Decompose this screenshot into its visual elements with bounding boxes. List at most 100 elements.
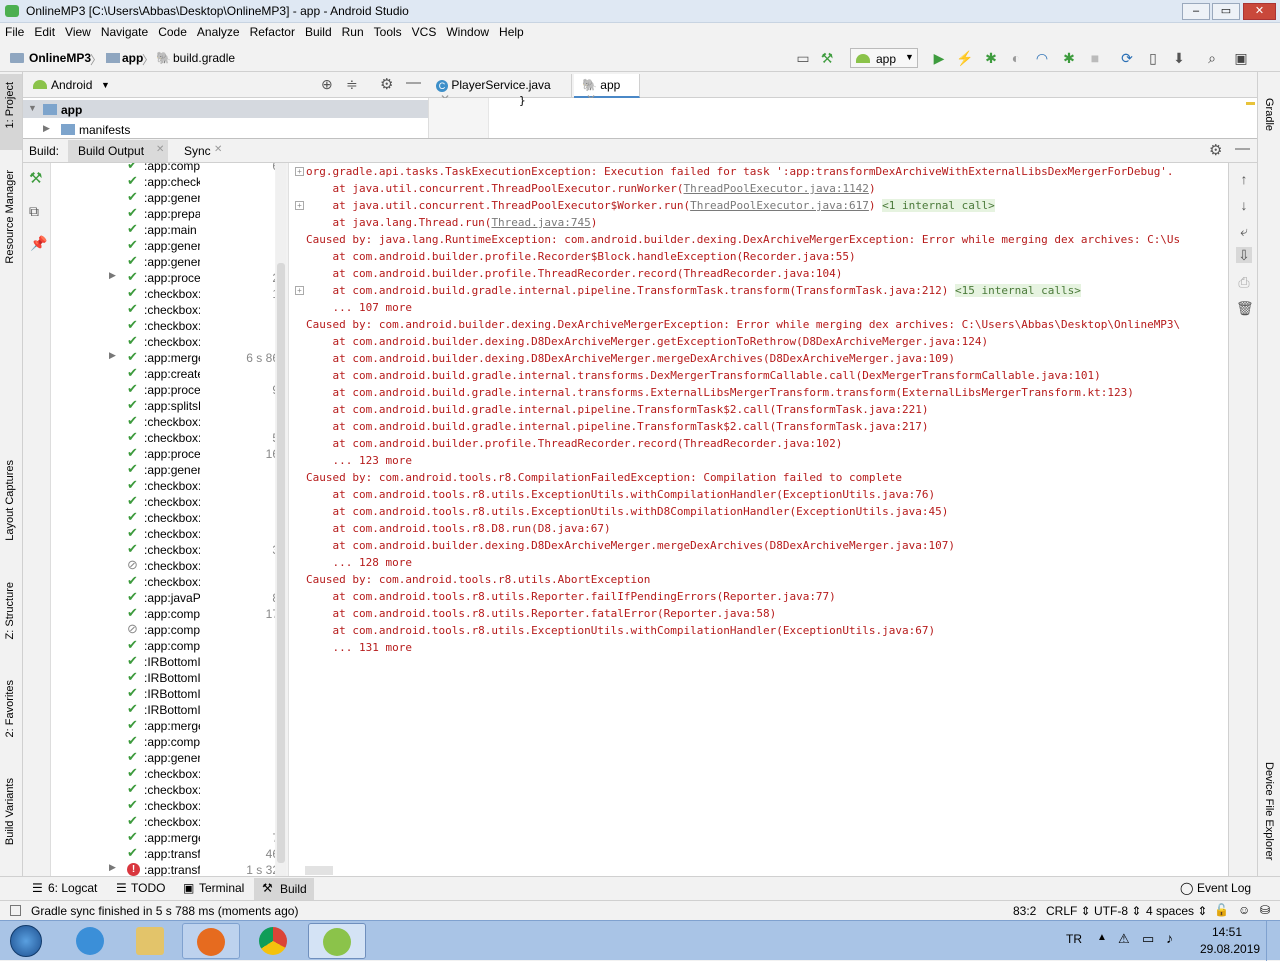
build-console-output[interactable]: + org.gradle.api.tasks.TaskExecutionExcep… xyxy=(288,163,1228,876)
gradle-tab[interactable]: Gradle xyxy=(1263,98,1275,131)
tray-expand-icon[interactable]: ▲ xyxy=(1097,932,1107,943)
fold-toggle-icon[interactable]: + xyxy=(295,286,304,295)
device-file-explorer-tab[interactable]: Device File Explorer xyxy=(1263,762,1275,860)
menu-refactor[interactable]: Refactor xyxy=(245,23,300,41)
build-tree-row[interactable]: ✔:app:gener1 ms xyxy=(51,749,275,766)
tab-app-gradle[interactable]: 🐘 app ✕ xyxy=(574,74,640,106)
profile-icon[interactable]: ◠ xyxy=(1033,49,1051,67)
code-editor[interactable]: } xyxy=(428,94,1257,138)
menu-view[interactable]: View xyxy=(60,23,96,41)
build-tree-row[interactable]: ✔:app:comp xyxy=(51,637,275,654)
locate-icon[interactable]: ⊕ xyxy=(321,76,333,93)
build-tree-row[interactable]: ✔:app:comp2 ms xyxy=(51,733,275,750)
build-tree-row[interactable]: ✔:app:compi 65 ms xyxy=(51,163,275,174)
build-tree-row[interactable]: ✔:IRBottomI4 ms xyxy=(51,653,275,670)
build-tree-row[interactable]: ✔:app:javaPr 84 ms xyxy=(51,589,275,606)
status-message[interactable]: Gradle sync finished in 5 s 788 ms (mome… xyxy=(31,904,298,918)
gear-icon[interactable]: ⚙ xyxy=(380,75,393,93)
rebuild-hammer-icon[interactable]: ⚒ xyxy=(29,169,42,187)
sync-gradle-icon[interactable]: ⟳ xyxy=(1118,49,1136,67)
breadcrumb-module[interactable]: app xyxy=(122,51,143,65)
memory-icon[interactable]: ⛁ xyxy=(1260,903,1270,917)
internal-calls-folder[interactable]: <1 internal call> xyxy=(882,199,995,212)
scrollbar-thumb[interactable] xyxy=(277,263,285,863)
soft-wrap-icon[interactable]: ⤶ xyxy=(1236,223,1252,239)
build-tree-row[interactable]: ✔:app:transf 462 ms xyxy=(51,845,275,862)
notifications-icon[interactable]: ▣ xyxy=(1232,49,1250,67)
network-icon[interactable]: ⚠ xyxy=(1118,931,1130,947)
hide-panel-icon[interactable]: — xyxy=(406,74,421,91)
tab-logcat[interactable]: 6: Logcat xyxy=(48,881,97,895)
apply-changes-icon[interactable]: ⚡ xyxy=(956,49,974,67)
search-icon[interactable]: ⌕ xyxy=(1203,49,1221,67)
build-tree-row[interactable]: ✔:checkbox:3 ms xyxy=(51,493,275,510)
fold-toggle-icon[interactable]: + xyxy=(295,167,304,176)
build-tree-row[interactable]: ✔:app:proce 162 ms xyxy=(51,445,275,462)
build-tree-row[interactable]: ✔:app:create2 ms xyxy=(51,365,275,382)
breadcrumb-project[interactable]: OnlineMP3 xyxy=(29,51,91,65)
source-link[interactable]: Thread.java:745 xyxy=(491,216,590,229)
taskbar-explorer[interactable] xyxy=(122,923,180,959)
taskbar-ie[interactable] xyxy=(62,923,120,959)
build-tree-row[interactable]: ⊘:app:comp xyxy=(51,621,275,638)
menu-help[interactable]: Help xyxy=(494,23,529,41)
make-hammer-icon[interactable]: ⚒ xyxy=(818,49,836,67)
build-tree-row[interactable]: ✔:checkbox: xyxy=(51,797,275,814)
build-tree-row[interactable]: ✔:app:merge 77 ms xyxy=(51,829,275,846)
build-tree-row[interactable]: ▶ ✔:app:merge 6 s 868 ms xyxy=(51,349,275,366)
stop-icon[interactable]: ■ xyxy=(1086,49,1104,67)
collapse-all-icon[interactable]: ≑ xyxy=(346,76,358,93)
clock-time[interactable]: 14:51 xyxy=(1212,925,1242,939)
lock-icon[interactable]: 🔓 xyxy=(1214,903,1229,917)
file-encoding[interactable]: UTF-8 ⇕ xyxy=(1094,904,1141,918)
tab-todo[interactable]: TODO xyxy=(131,881,165,895)
taskbar-chrome[interactable] xyxy=(245,923,303,959)
console-hscroll[interactable] xyxy=(305,866,333,875)
toggle-view-icon[interactable]: ⧉ xyxy=(29,203,39,220)
structure-tab[interactable]: Z: Structure xyxy=(4,582,16,639)
menu-build[interactable]: Build xyxy=(300,23,337,41)
tray-monitor-icon[interactable]: ▭ xyxy=(1142,931,1154,947)
debug-icon[interactable]: ✱ xyxy=(982,49,1000,67)
status-toggle-icon[interactable] xyxy=(10,905,21,916)
attach-debugger-icon[interactable]: ◐ xyxy=(1007,49,1025,67)
coverage-icon[interactable]: ✱ xyxy=(1060,49,1078,67)
build-variants-tab[interactable]: Build Variants xyxy=(4,778,16,845)
tree-scrollbar[interactable] xyxy=(276,163,286,876)
build-tree-row[interactable]: ✔:checkbox: xyxy=(51,509,275,526)
build-tree-row[interactable]: ✔:checkbox:2 ms xyxy=(51,573,275,590)
build-tree-row[interactable]: ✔:app:gener1 ms xyxy=(51,253,275,270)
menu-file[interactable]: File xyxy=(0,23,29,41)
breadcrumb-file[interactable]: build.gradle xyxy=(173,51,235,65)
expand-arrow-icon[interactable]: ▶ xyxy=(109,350,116,361)
tree-item-app[interactable]: ▼ app xyxy=(23,100,428,118)
build-tree-row[interactable]: ✔:checkbox:3 ms xyxy=(51,413,275,430)
close-tab-icon[interactable]: ✕ xyxy=(156,144,164,155)
menu-navigate[interactable]: Navigate xyxy=(96,23,153,41)
taskbar-android-studio[interactable] xyxy=(308,923,366,959)
arrow-up-icon[interactable]: ↑ xyxy=(1236,171,1252,187)
menu-window[interactable]: Window xyxy=(441,23,494,41)
project-view-select[interactable]: Android xyxy=(51,78,92,92)
expand-arrow-icon[interactable]: ▶ xyxy=(109,270,116,281)
build-tree-row[interactable]: ✔:app:merge3 ms xyxy=(51,717,275,734)
build-tree-row[interactable]: ✔:app:comp 171 ms xyxy=(51,605,275,622)
menu-code[interactable]: Code xyxy=(153,23,192,41)
clock-date[interactable]: 29.08.2019 xyxy=(1200,942,1260,956)
layout-captures-tab[interactable]: Layout Captures xyxy=(4,460,16,541)
tree-item-manifests[interactable]: ▶ manifests xyxy=(23,120,428,138)
project-tool-tab[interactable]: 1: Project xyxy=(0,74,22,150)
arrow-down-icon[interactable]: ↓ xyxy=(1236,197,1252,213)
menu-tools[interactable]: Tools xyxy=(369,23,407,41)
menu-vcs[interactable]: VCS xyxy=(407,23,442,41)
maximize-button[interactable]: ▭ xyxy=(1212,3,1240,20)
build-tree-row[interactable]: ✔:app:proce 98 ms xyxy=(51,381,275,398)
build-tree-row[interactable]: ✔:checkbox:8 ms xyxy=(51,333,275,350)
inspector-icon[interactable]: ☺ xyxy=(1238,903,1250,917)
menu-analyze[interactable]: Analyze xyxy=(192,23,245,41)
run-icon[interactable]: ▶ xyxy=(930,49,948,67)
favorites-tab[interactable]: 2: Favorites xyxy=(4,680,16,737)
build-tree-row[interactable]: ✔:checkbox:3 ms xyxy=(51,477,275,494)
build-tree-row[interactable]: ✔:checkbox: xyxy=(51,317,275,334)
input-language[interactable]: TR xyxy=(1066,932,1082,946)
